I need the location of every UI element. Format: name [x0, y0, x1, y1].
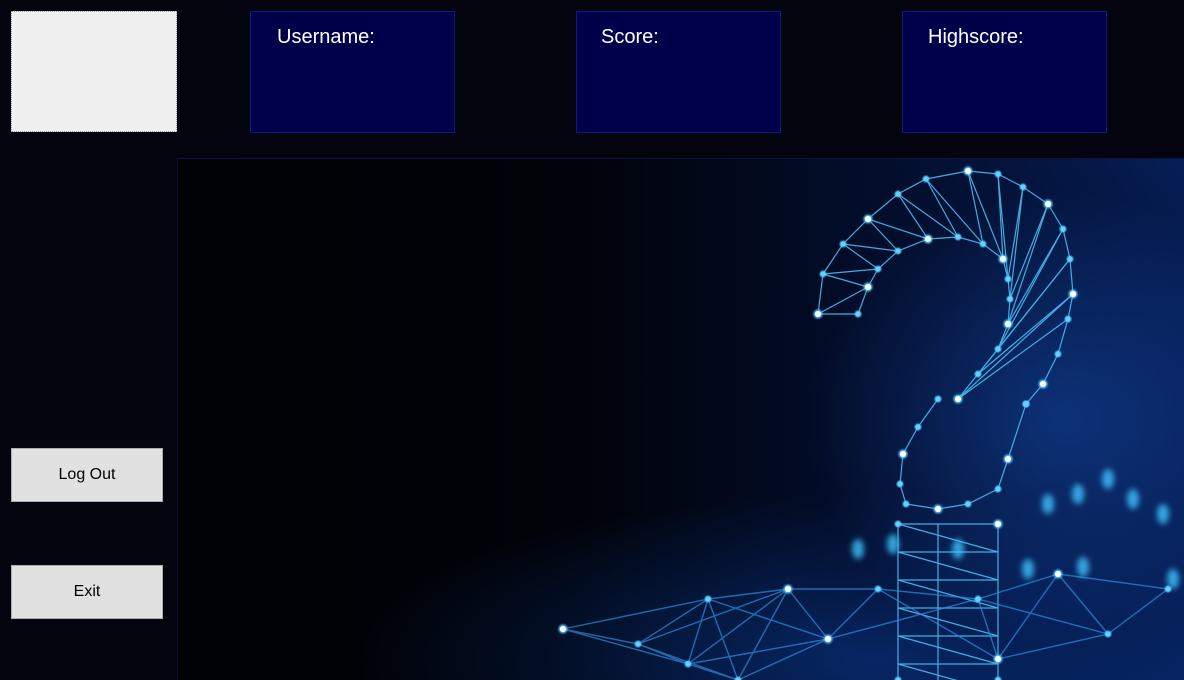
username-panel: Username:	[250, 11, 455, 133]
username-label: Username:	[277, 26, 375, 48]
highscore-label: Highscore:	[928, 26, 1024, 48]
question-mark-network-graphic	[557, 165, 1179, 680]
highscore-panel: Highscore:	[902, 11, 1107, 133]
avatar-picture	[11, 11, 177, 132]
score-panel: Score:	[576, 11, 781, 133]
hero-image-question-mark	[178, 159, 1184, 680]
logout-button[interactable]: Log Out	[11, 448, 163, 502]
game-window: Username: Score: Highscore: Log Out Exit	[0, 0, 1184, 680]
score-label: Score:	[601, 26, 659, 48]
exit-button[interactable]: Exit	[11, 565, 163, 619]
